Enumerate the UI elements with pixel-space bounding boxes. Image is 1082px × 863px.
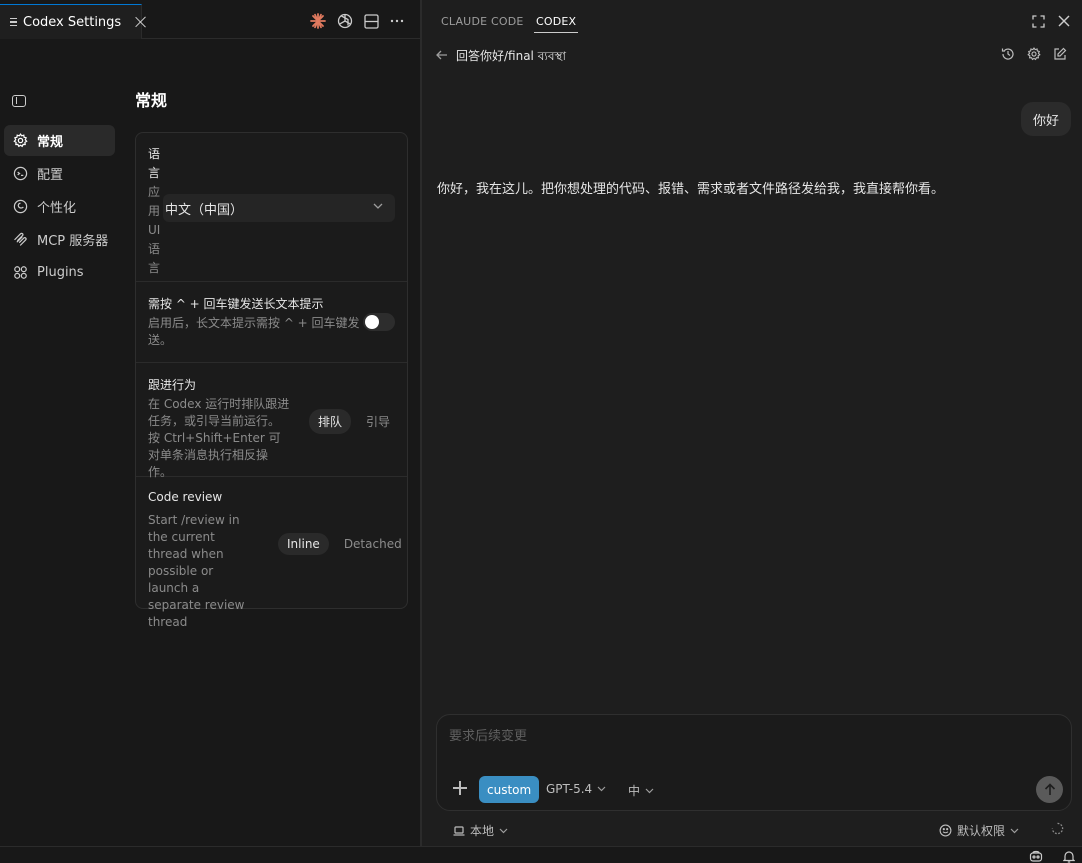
plugins-icon (12, 265, 28, 281)
settings-editor: Codex Settings 常规 配置 个性化 MCP 服务器 Plugins… (0, 0, 420, 846)
claude-icon[interactable] (310, 13, 326, 29)
permissions-value: 默认权限 (957, 824, 1006, 838)
back-arrow-icon[interactable] (434, 47, 450, 63)
chevron-down-icon (1010, 828, 1019, 833)
option-queue[interactable]: 排队 (309, 409, 352, 434)
sidebar-item-mcp[interactable]: MCP 服务器 (4, 224, 115, 255)
split-editor-icon[interactable] (363, 13, 379, 29)
send-button[interactable] (1036, 776, 1063, 803)
language-setting: 语言 应用 UI 语言 中文（中国） (136, 133, 407, 282)
language-select[interactable]: 中文（中国） (163, 194, 395, 222)
sidebar-item-personalize[interactable]: 个性化 (4, 191, 115, 222)
mcp-icon (12, 232, 28, 248)
sidebar-item-label: MCP 服务器 (37, 234, 109, 249)
editor-tabbar: Codex Settings (0, 0, 420, 39)
sidebar-item-config[interactable]: 配置 (4, 158, 115, 189)
code-review-description: Start /review in the current thread when… (148, 513, 245, 629)
language-value: 中文（中国） (165, 202, 244, 218)
personalize-icon (12, 199, 28, 215)
codex-panel: CLAUDE CODE CODEX 回答你好/final ব্যবস্থা 你好… (422, 0, 1082, 846)
tab-codex[interactable]: CODEX (533, 15, 579, 33)
code-review-segmented: Inline Detached (278, 533, 411, 555)
gear-icon (12, 133, 28, 149)
follow-up-description: 在 Codex 运行时排队跟进任务，或引导当前运行。按 Ctrl+Shift+E… (148, 397, 290, 479)
new-chat-icon[interactable] (1052, 46, 1068, 62)
location-value: 本地 (470, 824, 495, 838)
sidebar-item-label: 常规 (37, 135, 64, 150)
tab-claude-code[interactable]: CLAUDE CODE (441, 15, 524, 28)
loading-spinner-icon (1049, 820, 1065, 836)
laptop-icon (453, 825, 465, 836)
arrow-up-icon (1044, 783, 1055, 795)
status-bar (0, 846, 1082, 863)
custom-mode-button[interactable]: custom (479, 776, 540, 803)
location-select[interactable]: 本地 (453, 822, 508, 839)
history-icon[interactable] (1000, 46, 1016, 62)
effort-select[interactable]: 中 (628, 782, 654, 799)
prompt-input[interactable] (449, 729, 1049, 744)
settings-card: 语言 应用 UI 语言 中文（中国） 需按 ^ + 回车键发送长文本提示 启用后… (135, 132, 408, 629)
chevron-down-icon (499, 828, 508, 833)
settings-gear-icon[interactable] (1026, 46, 1042, 62)
code-review-setting: Code review Start /review in the current… (136, 477, 407, 629)
page-title: 常规 (135, 91, 168, 110)
toggle-knob (365, 315, 379, 329)
bell-icon[interactable] (1062, 849, 1076, 863)
follow-up-setting: 跟进行为 在 Codex 运行时排队跟进任务，或引导当前运行。按 Ctrl+Sh… (136, 363, 407, 479)
user-message-text: 你好 (1032, 113, 1059, 129)
effort-value: 中 (628, 784, 641, 798)
option-detached[interactable]: Detached (335, 533, 411, 555)
config-icon (12, 166, 28, 182)
maximize-icon[interactable] (1030, 13, 1046, 29)
sidebar-item-label: Plugins (37, 265, 84, 280)
settings-file-icon (10, 17, 17, 27)
tab-title: Codex Settings (23, 14, 122, 30)
sidebar-item-label: 配置 (37, 168, 64, 183)
sidebar-toggle-icon[interactable] (12, 95, 26, 107)
permissions-select[interactable]: 默认权限 (939, 822, 1019, 839)
model-value: GPT-5.4 (546, 782, 593, 796)
follow-up-segmented: 排队 引导 (309, 409, 399, 434)
assistant-message: 你好，我在这儿。把你想处理的代码、报错、需求或者文件路径发给我，我直接帮你看。 (437, 182, 945, 197)
thread-title: 回答你好/final ব্যবস্থা (456, 49, 566, 63)
close-tab-icon[interactable] (135, 16, 141, 28)
language-title: 语言 (148, 147, 161, 180)
chevron-down-icon (373, 203, 383, 209)
option-inline[interactable]: Inline (278, 533, 329, 555)
ctrl-enter-description: 启用后，长文本提示需按 ^ + 回车键发送。 (148, 316, 360, 347)
language-description: 应用 UI 语言 (148, 185, 161, 275)
close-icon[interactable] (1056, 13, 1072, 29)
code-review-title: Code review (148, 490, 223, 504)
add-attachment-button[interactable] (453, 781, 467, 795)
user-message: 你好 (1020, 102, 1071, 136)
composer: custom GPT-5.4 中 (436, 714, 1072, 811)
copilot-icon[interactable] (1029, 849, 1043, 863)
ctrl-enter-title: 需按 ^ + 回车键发送长文本提示 (148, 297, 324, 311)
tab-codex-settings[interactable]: Codex Settings (0, 4, 142, 39)
chevron-down-icon (645, 788, 654, 793)
ctrl-enter-setting: 需按 ^ + 回车键发送长文本提示 启用后，长文本提示需按 ^ + 回车键发送。 (136, 282, 407, 363)
openai-icon[interactable] (337, 13, 353, 29)
option-steer[interactable]: 引导 (357, 409, 399, 434)
chevron-down-icon (597, 786, 606, 792)
more-icon[interactable] (389, 13, 405, 29)
sidebar-item-general[interactable]: 常规 (4, 125, 115, 156)
model-select[interactable]: GPT-5.4 (546, 782, 606, 796)
sidebar-item-plugins[interactable]: Plugins (4, 257, 115, 288)
panel-tabbar: CLAUDE CODE CODEX (422, 0, 1082, 39)
sidebar-item-label: 个性化 (37, 201, 77, 216)
thread-header: 回答你好/final ব্যবস্থা (422, 39, 1082, 71)
ctrl-enter-toggle[interactable] (363, 313, 395, 331)
follow-up-title: 跟进行为 (148, 378, 197, 392)
shield-smile-icon (939, 824, 952, 837)
